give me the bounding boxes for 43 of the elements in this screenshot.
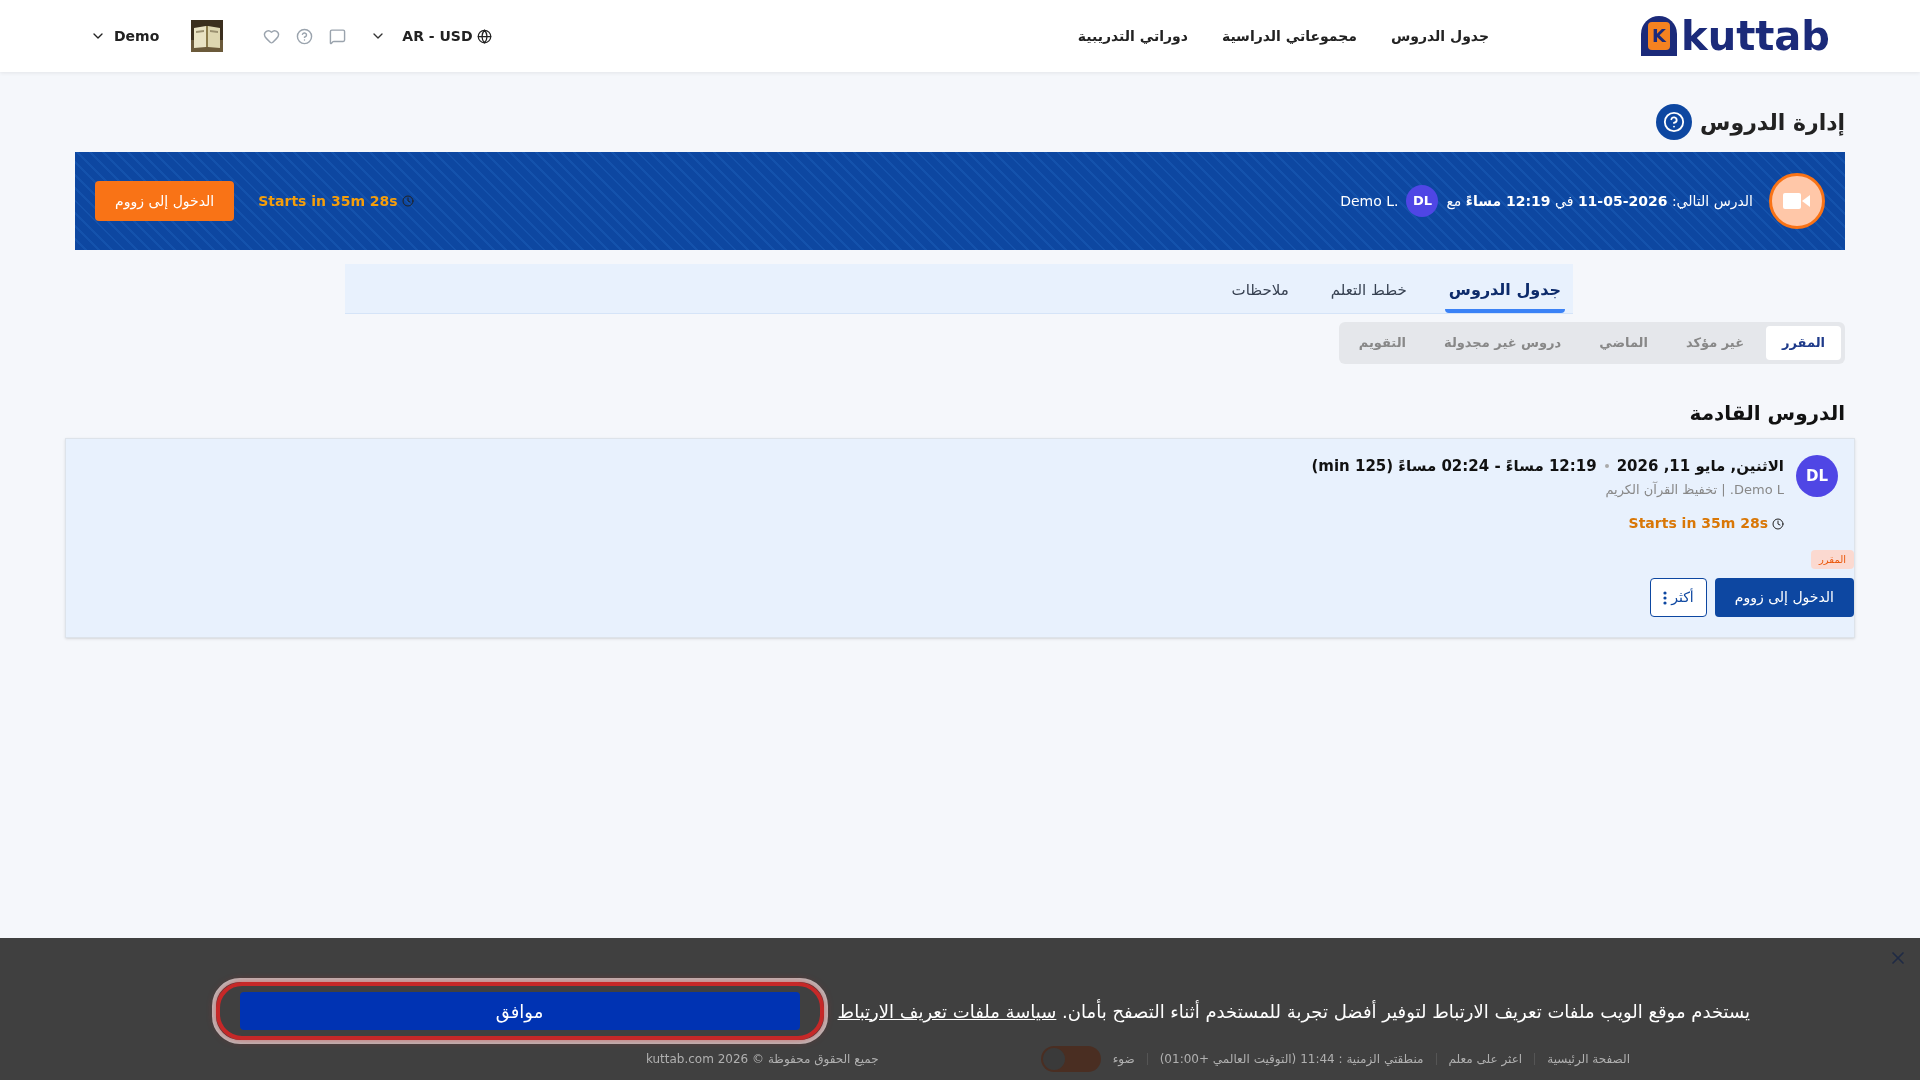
clock-icon [1772,517,1784,530]
clock-icon [401,195,414,207]
section-title: الدروس القادمة [1688,400,1845,427]
teacher-avatar: DL [1406,185,1439,217]
footer-link[interactable]: الصفحة الرئيسية [1547,1050,1630,1068]
footer-link[interactable]: اعثر على معلم [1448,1050,1523,1068]
tab[interactable]: خطط التعلم [1326,271,1411,313]
theme-toggle[interactable] [1040,1046,1101,1072]
video-icon [1769,173,1825,229]
accept-button[interactable]: موافق [239,992,800,1030]
help-icon[interactable] [1656,104,1693,140]
chat-icon[interactable] [329,27,347,45]
user-menu[interactable]: Demo [90,25,160,47]
page-title: إدارة الدروس [1700,108,1845,138]
lesson-subtitle: Demo L. | تخفيظ القرآن الكريم [1605,480,1784,499]
countdown: Starts in 35m 28s [258,191,398,211]
heart-icon[interactable] [263,27,281,45]
logo[interactable]: K kuttab [1641,16,1830,56]
more-icon [1663,590,1668,605]
nav-link[interactable]: دوراتي التدريبية [1077,25,1188,47]
cookie-policy-link[interactable]: سياسة ملفات تعريف الارتباط [837,1000,1057,1022]
more-button[interactable]: أكثر [1650,578,1707,617]
logo-text: kuttab [1681,16,1830,56]
copyright-text: جميع الحقوق محفوظة © kuttab.com 2026 [645,1051,879,1068]
currency-selector[interactable]: AR - USD [402,25,492,47]
teacher-avatar: DL [1796,455,1838,497]
tab[interactable]: ملاحظات [1227,271,1293,313]
tab[interactable]: جدول الدروس [1444,271,1565,313]
lesson-time: 12:19 مساءً - 02:24 مساءً (min 125) [1311,456,1597,477]
logo-mark: K [1641,16,1678,56]
teacher-name: Demo L. [1340,191,1399,211]
nav-link[interactable]: مجموعاتي الدراسية [1221,25,1357,47]
zoom-button[interactable]: الدخول إلى زووم [1714,578,1854,617]
countdown: Starts in 35m 28s [1628,514,1768,533]
nav-link[interactable]: جدول الدروس [1390,25,1490,47]
subtab[interactable]: المقرر [1766,326,1841,360]
timezone-text: منطقتي الزمنية : 11:44 (التوقيت العالمي +01:00) [1159,1051,1424,1068]
cookie-message: يستخدم موقع الويب ملفات تعريف الارتباط لتوفير أفضل تجربة للمستخدم أثناء التصفح بأمان. سياسة ملفات تعريف الارتباط [837,998,1750,1025]
globe-icon [476,28,492,44]
theme-label: ضوء [1112,1051,1135,1068]
status-badge: المقرر [1811,550,1854,569]
lesson-date: الاثنين, مايو 11, 2026 [1616,456,1784,477]
dot-separator-icon [1604,464,1609,469]
